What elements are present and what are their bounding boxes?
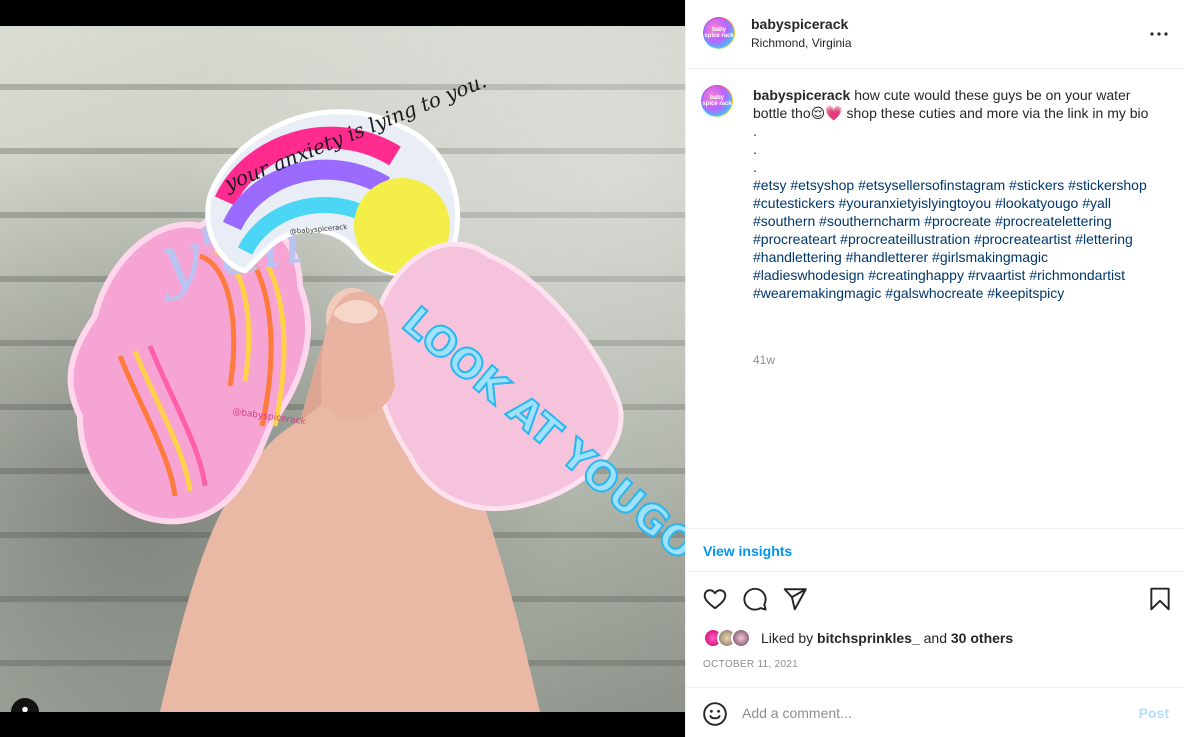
- hashtag-link[interactable]: #richmondartist: [1029, 267, 1125, 283]
- hashtag-link[interactable]: #etsyshop: [790, 177, 854, 193]
- caption-hashtags: #etsy #etsyshop #etsysellersofinstagram …: [753, 176, 1153, 302]
- likes-others-link[interactable]: 30 others: [951, 630, 1013, 646]
- hashtag-link[interactable]: #rvaartist: [968, 267, 1026, 283]
- more-horizontal-icon: [1150, 32, 1168, 36]
- liker-avatars[interactable]: [703, 628, 757, 648]
- likes-prefix: Liked by: [761, 630, 814, 646]
- hashtag-link[interactable]: #stickershop: [1068, 177, 1147, 193]
- hashtag-link[interactable]: #southerncharm: [819, 213, 920, 229]
- hashtag-link[interactable]: #yall: [1082, 195, 1111, 211]
- caption-dot: .: [753, 141, 757, 157]
- caption-dot: .: [753, 123, 757, 139]
- comment-input[interactable]: [742, 702, 1122, 724]
- post-media: y'all @babyspicerack your anxiety is lyi…: [0, 0, 685, 737]
- sticker-photo-illustration: y'all @babyspicerack your anxiety is lyi…: [67, 68, 685, 712]
- emoji-button[interactable]: [702, 701, 728, 727]
- emoji-icon: [703, 702, 727, 726]
- hashtag-link[interactable]: #keepitspicy: [987, 285, 1064, 301]
- share-icon: [783, 588, 807, 611]
- bookmark-icon: [1150, 587, 1170, 611]
- heart-icon: [703, 589, 727, 610]
- post-location[interactable]: Richmond, Virginia: [751, 36, 852, 50]
- hashtag-link[interactable]: #procreatelettering: [995, 213, 1112, 229]
- caption-dot: .: [753, 159, 757, 175]
- insights-bar: View insights: [686, 528, 1184, 572]
- likes-summary: Liked by bitchsprinkles_ and 30 others: [703, 628, 1013, 648]
- post-photo[interactable]: y'all @babyspicerack your anxiety is lyi…: [0, 26, 685, 712]
- hashtag-link[interactable]: #etsy: [753, 177, 786, 193]
- likes-joiner: and: [923, 630, 947, 646]
- caption-section: baby spice rack babyspicerack how cute w…: [686, 69, 1184, 528]
- caption-username[interactable]: babyspicerack: [753, 87, 850, 103]
- hashtag-link[interactable]: #creatinghappy: [868, 267, 964, 283]
- hashtag-link[interactable]: #girlsmakingmagic: [932, 249, 1048, 265]
- author-avatar[interactable]: baby spice rack: [703, 17, 735, 49]
- hashtag-link[interactable]: #lettering: [1075, 231, 1133, 247]
- liker-username[interactable]: bitchsprinkles_: [817, 630, 920, 646]
- share-button[interactable]: [782, 586, 808, 612]
- hashtag-link[interactable]: #galswhocreate: [885, 285, 983, 301]
- comment-icon: [743, 587, 767, 611]
- hashtag-link[interactable]: #procreateillustration: [840, 231, 970, 247]
- like-button[interactable]: [702, 586, 728, 612]
- hashtag-link[interactable]: #procreateartist: [974, 231, 1071, 247]
- hashtag-link[interactable]: #ladieswhodesign: [753, 267, 864, 283]
- hashtag-link[interactable]: #southern: [753, 213, 815, 229]
- save-button[interactable]: [1147, 586, 1173, 612]
- post-header: baby spice rack babyspicerack Richmond, …: [686, 0, 1184, 69]
- more-options-button[interactable]: [1147, 24, 1171, 44]
- hashtag-link[interactable]: #handletterer: [846, 249, 929, 265]
- hashtag-link[interactable]: #cutestickers: [753, 195, 835, 211]
- post-details-panel: baby spice rack babyspicerack Richmond, …: [685, 0, 1184, 737]
- likes-text: Liked by bitchsprinkles_ and 30 others: [761, 630, 1013, 646]
- user-tag-icon: [22, 706, 28, 712]
- hashtag-link[interactable]: #etsysellersofinstagram: [858, 177, 1005, 193]
- hashtag-link[interactable]: #procreate: [924, 213, 991, 229]
- author-avatar-image: baby spice rack: [704, 18, 734, 48]
- hashtag-link[interactable]: #wearemakingmagic: [753, 285, 881, 301]
- author-username[interactable]: babyspicerack: [751, 16, 848, 32]
- comment-button[interactable]: [742, 586, 768, 612]
- hashtag-link[interactable]: #youranxietyislyingtoyou: [839, 195, 992, 211]
- caption-avatar-image: baby spice rack: [702, 86, 732, 116]
- post-caption: babyspicerack how cute would these guys …: [753, 86, 1153, 302]
- post-age[interactable]: 41w: [753, 353, 775, 367]
- post-actions: [686, 572, 1184, 626]
- liker-avatar: [731, 628, 751, 648]
- hashtag-link[interactable]: #handlettering: [753, 249, 842, 265]
- hashtag-link[interactable]: #stickers: [1009, 177, 1064, 193]
- view-insights-link[interactable]: View insights: [703, 543, 792, 559]
- post-date[interactable]: OCTOBER 11, 2021: [703, 659, 798, 670]
- post-comment-button[interactable]: Post: [1139, 705, 1169, 721]
- hashtag-link[interactable]: #lookatyougo: [995, 195, 1078, 211]
- hashtag-link[interactable]: #procreateart: [753, 231, 836, 247]
- caption-avatar[interactable]: baby spice rack: [701, 85, 733, 117]
- comment-composer: Post: [686, 687, 1184, 737]
